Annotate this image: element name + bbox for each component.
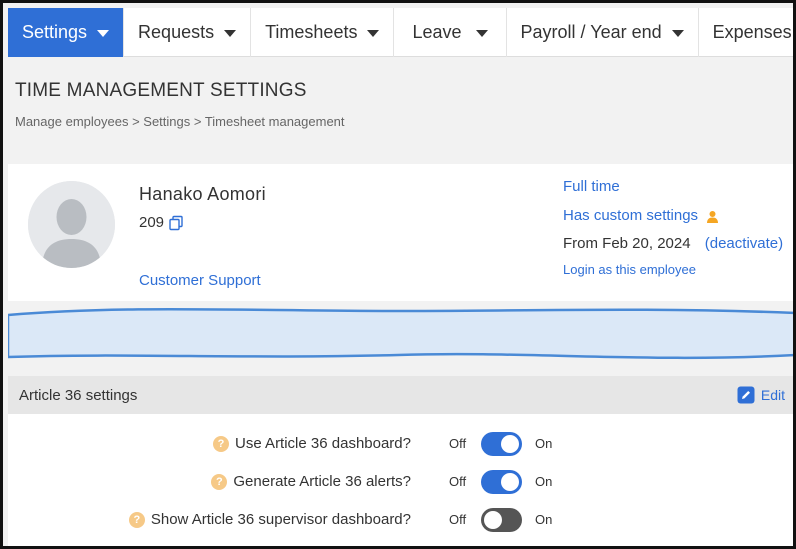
from-date: From Feb 20, 2024 (563, 235, 691, 252)
chevron-down-icon (475, 30, 488, 37)
setting-label: ? Generate Article 36 alerts? (211, 473, 411, 490)
nav-requests-label: Requests (138, 22, 215, 42)
custom-settings-link[interactable]: Has custom settings (563, 207, 698, 224)
nav-settings[interactable]: Settings (8, 8, 125, 57)
toggle-knob (484, 511, 502, 529)
nav-leave[interactable]: Leave (394, 8, 507, 57)
nav-requests[interactable]: Requests (124, 8, 252, 57)
generate-alerts-toggle[interactable] (481, 470, 522, 494)
avatar (28, 181, 115, 268)
page-title: TIME MANAGEMENT SETTINGS (15, 80, 307, 101)
employee-group-link[interactable]: Customer Support (139, 272, 261, 289)
help-icon[interactable]: ? (128, 511, 145, 528)
setting-label-text: Show Article 36 supervisor dashboard? (150, 511, 411, 528)
setting-label: ? Use Article 36 dashboard? (213, 435, 411, 452)
setting-row: ? Show Article 36 supervisor dashboard? … (8, 505, 793, 535)
chevron-down-icon (671, 30, 684, 37)
edit-button[interactable]: Edit (737, 386, 785, 404)
nav-expenses[interactable]: Expenses (699, 8, 793, 57)
setting-label-text: Use Article 36 dashboard? (235, 435, 411, 452)
on-label: On (535, 474, 553, 489)
active-period: From Feb 20, 2024 (deactivate) (563, 235, 783, 252)
edit-label: Edit (760, 387, 785, 403)
nav-payroll-label: Payroll / Year end (520, 22, 662, 42)
user-icon (707, 210, 719, 223)
setting-label-text: Generate Article 36 alerts? (233, 473, 411, 490)
off-label: Off (449, 474, 467, 489)
help-icon[interactable]: ? (211, 473, 228, 490)
nav-leave-label: Leave (412, 22, 462, 42)
employee-id-value: 209 (139, 214, 165, 231)
chevron-down-icon (367, 30, 380, 37)
employee-id: 209 (139, 214, 184, 231)
use-dashboard-toggle[interactable] (481, 432, 522, 456)
nav-timesheets-label: Timesheets (265, 22, 358, 42)
setting-row: ? Generate Article 36 alerts? Off On (8, 467, 793, 497)
nav-timesheets[interactable]: Timesheets (251, 8, 395, 57)
edit-icon (737, 386, 755, 404)
on-label: On (535, 436, 553, 451)
article36-settings: ? Use Article 36 dashboard? Off On ? Gen… (8, 414, 793, 546)
copy-icon[interactable] (168, 215, 184, 231)
on-label: On (535, 512, 553, 527)
toggle-knob (501, 473, 519, 491)
employee-card: Hanako Aomori 209 Customer Support Full … (8, 164, 793, 301)
off-label: Off (449, 512, 467, 527)
deactivate-link[interactable]: (deactivate) (705, 235, 783, 252)
breadcrumb: Manage employees > Settings > Timesheet … (15, 114, 345, 129)
setting-label: ? Show Article 36 supervisor dashboard? (128, 511, 411, 528)
top-nav: Settings Requests Timesheets Leave Payro… (8, 8, 793, 57)
article36-section-header: Article 36 settings Edit (8, 376, 793, 414)
supervisor-dashboard-toggle[interactable] (481, 508, 522, 532)
help-icon[interactable]: ? (213, 435, 230, 452)
off-label: Off (449, 436, 467, 451)
chevron-down-icon (97, 30, 110, 37)
user-silhouette-icon (28, 181, 115, 268)
setting-row: ? Use Article 36 dashboard? Off On (8, 429, 793, 459)
employment-type-link[interactable]: Full time (563, 178, 620, 195)
employee-name: Hanako Aomori (139, 184, 266, 204)
chevron-down-icon (224, 30, 237, 37)
login-as-employee-link[interactable]: Login as this employee (563, 262, 696, 277)
nav-settings-label: Settings (22, 22, 88, 42)
nav-payroll[interactable]: Payroll / Year end (507, 8, 699, 57)
wavy-divider (8, 307, 793, 360)
custom-settings[interactable]: Has custom settings (563, 207, 719, 224)
toggle-knob (501, 435, 519, 453)
section-title: Article 36 settings (19, 386, 138, 404)
nav-expenses-label: Expenses (712, 22, 792, 42)
app-window: Settings Requests Timesheets Leave Payro… (0, 0, 796, 549)
